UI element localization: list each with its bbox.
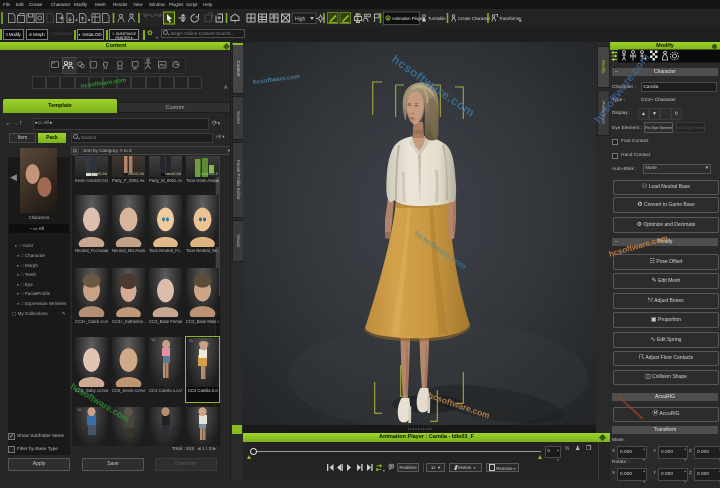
svg-text:Create Character: Create Character bbox=[458, 16, 491, 21]
svg-text:Animation Player: Animation Player bbox=[392, 16, 424, 21]
svg-text:Turntable: Turntable bbox=[428, 16, 446, 21]
svg-text:Transformer: Transformer bbox=[499, 16, 522, 21]
svg-text:High: High bbox=[295, 17, 306, 23]
